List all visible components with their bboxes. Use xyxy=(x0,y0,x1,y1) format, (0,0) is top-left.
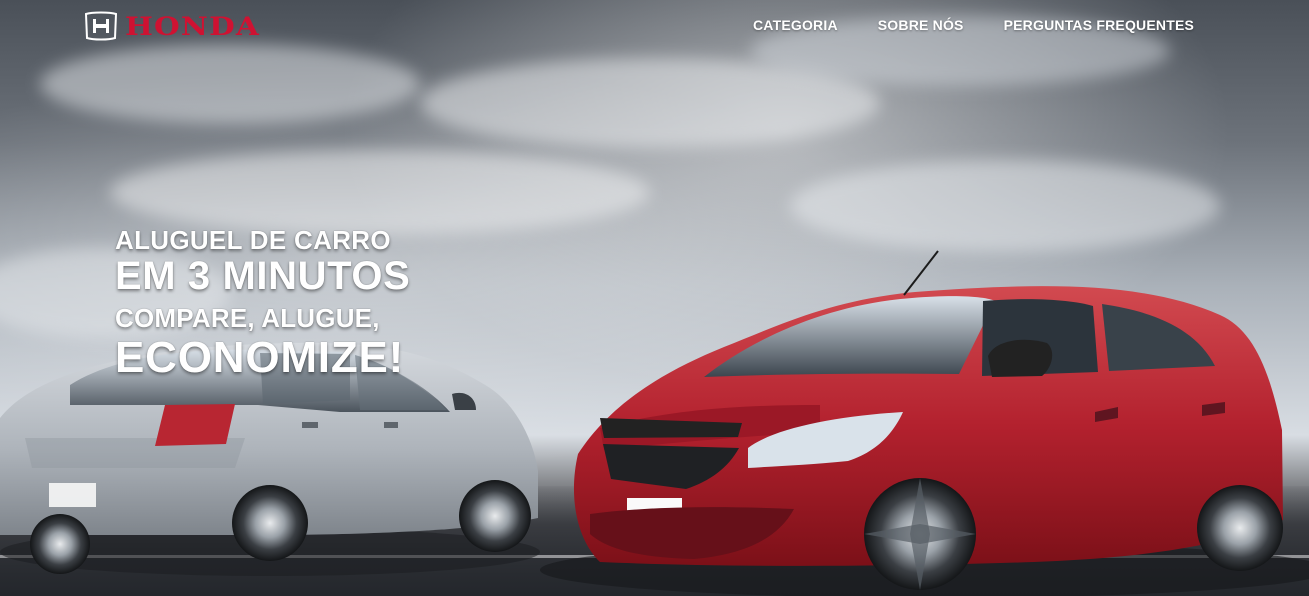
honda-logo[interactable]: HONDA xyxy=(84,10,286,42)
nav-categoria[interactable]: CATEGORIA xyxy=(753,17,838,33)
nav-sobre-nos[interactable]: SOBRE NÓS xyxy=(878,17,964,33)
honda-wordmark: HONDA xyxy=(125,11,260,41)
red-car xyxy=(540,250,1309,596)
hero-line-3: COMPARE, ALUGUE, xyxy=(115,302,380,333)
hero-line-1: ALUGUEL DE CARRO xyxy=(115,225,391,255)
hero-headline: ALUGUEL DE CARRO EM 3 MINUTOS COMPARE, A… xyxy=(115,225,411,382)
main-nav: CATEGORIA SOBRE NÓS PERGUNTAS FREQUENTES xyxy=(753,17,1194,33)
honda-h-icon xyxy=(84,11,118,41)
nav-perguntas-frequentes[interactable]: PERGUNTAS FREQUENTES xyxy=(1004,17,1194,33)
hero-line-2: EM 3 MINUTOS xyxy=(115,254,411,299)
hero-section: HONDA CATEGORIA SOBRE NÓS PERGUNTAS FREQ… xyxy=(0,0,1309,596)
hero-line-4: ECONOMIZE! xyxy=(115,332,405,382)
top-navbar: HONDA CATEGORIA SOBRE NÓS PERGUNTAS FREQ… xyxy=(0,0,1309,52)
